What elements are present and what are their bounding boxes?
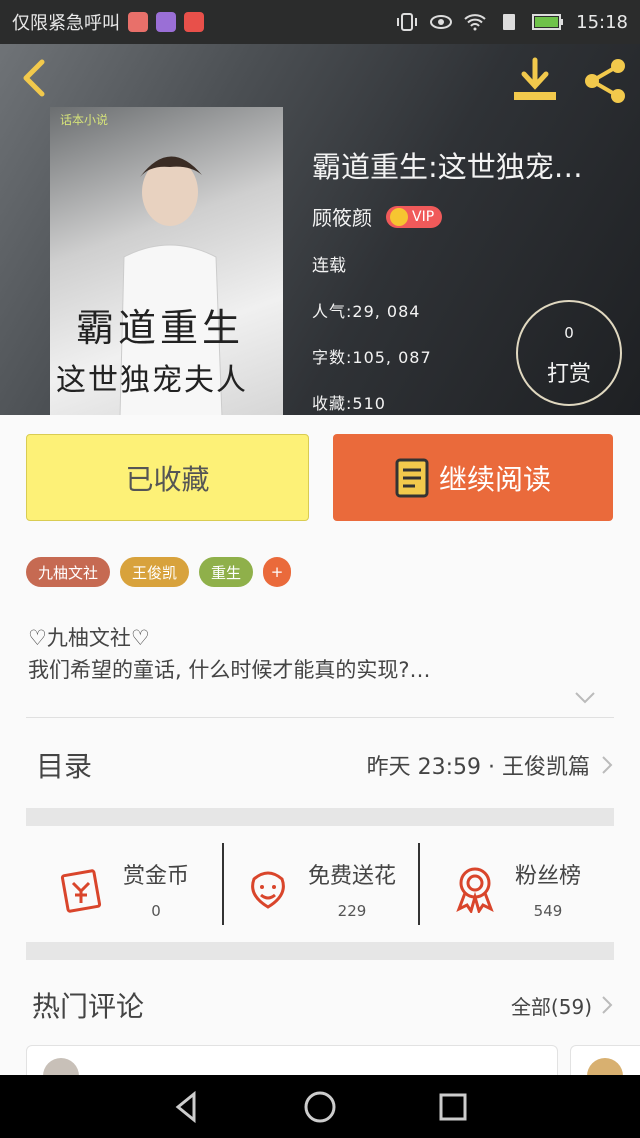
recents-square-icon[interactable] [436, 1090, 470, 1124]
all-comments-link[interactable]: 全部(59) [511, 991, 614, 1020]
description-line2: 我们希望的童话, 什么时候才能真的实现?… [28, 658, 431, 682]
book-cover[interactable]: 话本小说 霸道重生 这世独宠夫人 [50, 107, 283, 415]
hot-comments-title: 热门评论 [32, 990, 145, 1023]
battery-icon [532, 14, 564, 30]
gallery-app-icon [156, 12, 176, 32]
free-flower-item[interactable]: 免费送花 229 [222, 835, 418, 943]
chevron-right-icon [602, 756, 613, 774]
weibo-app-icon [184, 12, 204, 32]
book-detail-content: 已收藏 继续阅读 九柚文社 王俊凯 重生 + ♡九柚文社♡ 我们希望的童话, 什… [0, 415, 640, 1094]
fan-ranking-item[interactable]: 粉丝榜 549 [418, 835, 614, 943]
system-nav-bar [0, 1075, 640, 1138]
clock-text: 15:18 [576, 11, 628, 33]
status-bar: 仅限紧急呼叫 15:18 [0, 0, 640, 44]
fan-ranking-label: 粉丝榜 [514, 864, 581, 889]
share-icon[interactable] [580, 56, 630, 106]
medal-icon [456, 867, 494, 913]
reward-coins-value: 0 [151, 902, 161, 920]
carrier-text: 仅限紧急呼叫 [12, 13, 120, 34]
tip-button[interactable]: 0 打赏 [516, 300, 622, 406]
book-description[interactable]: ♡九柚文社♡ 我们希望的童话, 什么时候才能真的实现?… [28, 622, 618, 686]
vip-badge: VIP [386, 205, 443, 228]
continue-reading-button[interactable]: 继续阅读 [333, 434, 613, 521]
reward-coins-label: 赏金币 [122, 864, 189, 889]
book-author[interactable]: 顾筱颜 [312, 202, 372, 231]
hot-comments-header: 热门评论 全部(59) [26, 975, 614, 1035]
book-header: 话本小说 霸道重生 这世独宠夫人 霸道重生:这世独宠… 顾筱颜 VIP 连载 人… [0, 44, 640, 415]
tag-chip[interactable]: 重生 [199, 557, 254, 587]
book-title: 霸道重生:这世独宠… [312, 150, 583, 184]
book-icon [395, 458, 429, 497]
eye-icon [430, 15, 453, 29]
expand-chevron-icon[interactable] [574, 691, 596, 705]
section-separator [26, 942, 614, 960]
tag-chip[interactable]: 九柚文社 [26, 557, 111, 587]
add-tag-button[interactable]: + [263, 557, 292, 587]
all-comments-label: 全部(59) [510, 994, 592, 1019]
back-arrow-icon[interactable] [16, 58, 56, 98]
download-icon[interactable] [510, 56, 560, 106]
toc-latest-chapter: 昨天 23:59 · 王俊凯篇 [366, 755, 590, 780]
section-separator [26, 808, 614, 826]
tip-label: 打赏 [546, 362, 591, 387]
red-envelope-icon [60, 869, 102, 913]
fan-ranking-value: 549 [533, 902, 563, 920]
table-of-contents-row[interactable]: 目录 昨天 23:59 · 王俊凯篇 [26, 725, 614, 805]
stats-row: 赏金币 0 免费送花 229 粉丝榜 549 [26, 835, 614, 943]
description-line1: ♡九柚文社♡ [28, 626, 150, 650]
back-triangle-icon[interactable] [170, 1090, 204, 1124]
chevron-right-icon [602, 996, 613, 1014]
reward-coins-item[interactable]: 赏金币 0 [26, 835, 222, 943]
mail-app-icon [128, 12, 148, 32]
cover-title-line1: 霸道重生 [76, 306, 245, 350]
book-status: 连载 [312, 256, 346, 276]
toc-label: 目录 [36, 750, 93, 783]
crown-icon [390, 207, 408, 226]
favorited-button[interactable]: 已收藏 [26, 434, 309, 521]
tip-count: 0 [564, 324, 574, 342]
sim-icon [503, 14, 516, 30]
home-circle-icon[interactable] [303, 1090, 337, 1124]
vibrate-icon [397, 13, 418, 31]
free-flower-label: 免费送花 [307, 864, 396, 889]
free-flower-value: 229 [337, 902, 367, 920]
wifi-icon [464, 14, 486, 31]
cover-title-line2: 这世独宠夫人 [56, 363, 248, 398]
divider [26, 717, 614, 718]
flower-icon [251, 871, 285, 909]
tag-list: 九柚文社 王俊凯 重生 + [26, 557, 292, 587]
tag-chip[interactable]: 王俊凯 [120, 557, 190, 587]
continue-reading-label: 继续阅读 [438, 462, 551, 496]
cover-logo: 话本小说 [60, 113, 109, 127]
